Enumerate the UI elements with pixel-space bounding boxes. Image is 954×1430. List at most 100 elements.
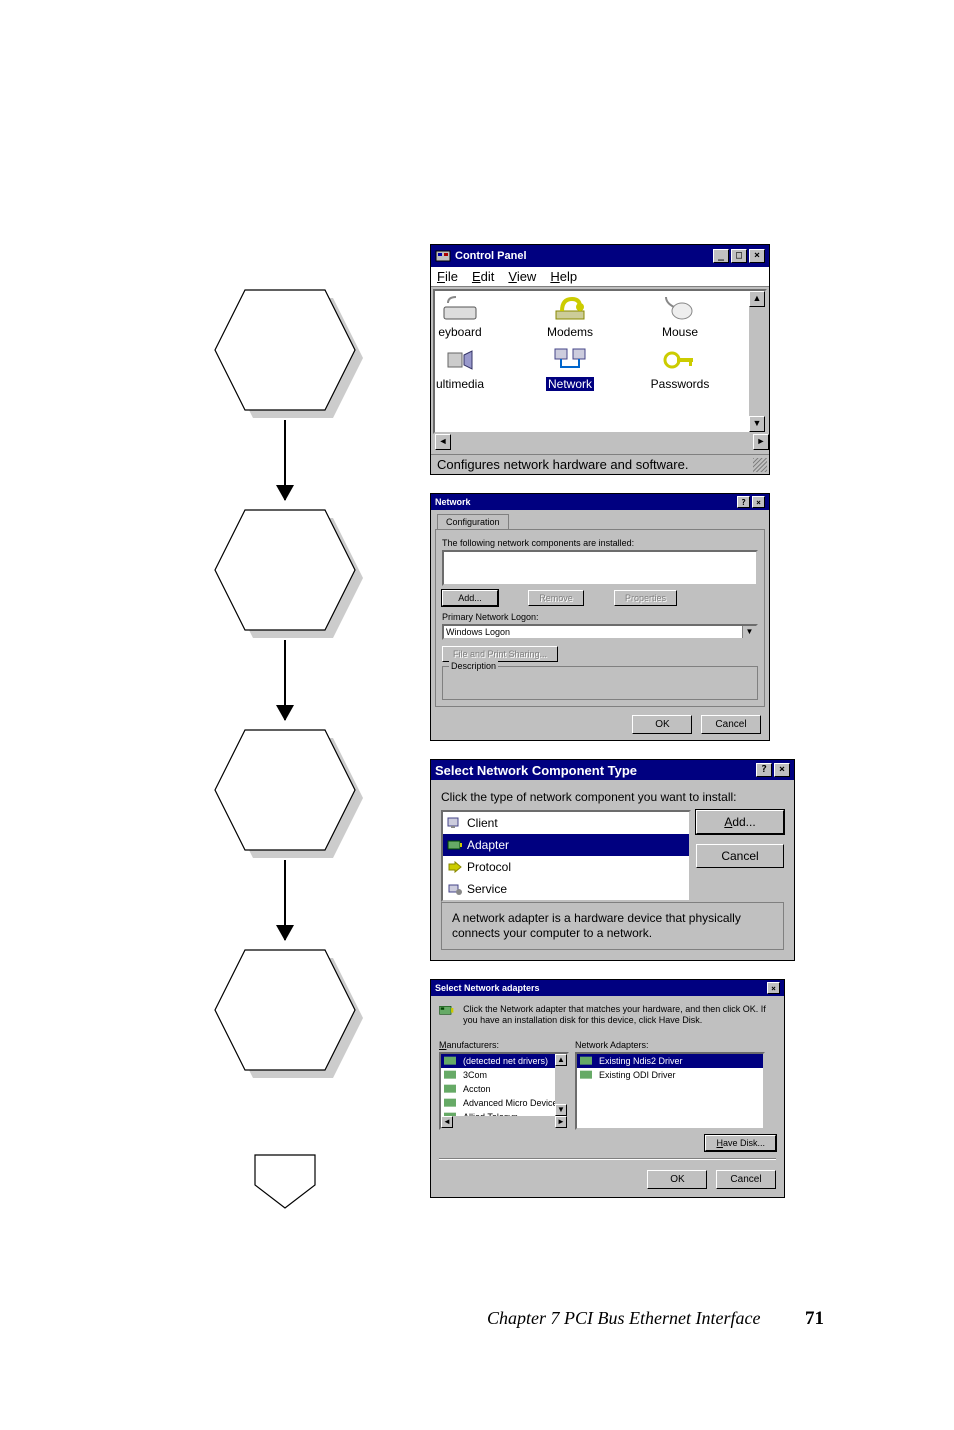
cp-label: Modems [547,325,593,339]
control-panel-icon [435,248,451,264]
titlebar[interactable]: Control Panel _ □ × [431,245,769,267]
cp-label: Passwords [651,377,710,391]
scroll-right-button[interactable]: ► [555,1116,567,1128]
description-text: A network adapter is a hardware device t… [441,902,784,950]
titlebar[interactable]: Network ? × [431,494,769,510]
list-item-adapter[interactable]: Adapter [443,834,689,856]
cancel-button[interactable]: Cancel [716,1170,776,1189]
list-item-label: Adapter [467,838,509,852]
cp-item-multimedia[interactable]: ultimedia [433,345,515,391]
scroll-track[interactable] [749,307,765,416]
list-item[interactable]: 3Com [441,1068,567,1082]
close-button[interactable]: × [749,249,765,263]
ok-button[interactable]: OK [632,715,692,734]
component-type-list[interactable]: Client Adapter Protocol Service [441,810,691,902]
intro-text: Click the Network adapter that matches y… [463,1004,776,1026]
adapter-icon [444,1082,460,1096]
help-button[interactable]: ? [756,763,772,777]
list-item[interactable]: Advanced Micro Device [441,1096,567,1110]
list-item-label: Protocol [467,860,511,874]
flow-arrow [284,420,286,500]
close-button[interactable]: × [752,496,765,508]
titlebar[interactable]: Select Network Component Type ? × [431,760,794,780]
horizontal-scrollbar[interactable]: ◄► [441,1116,567,1128]
list-item[interactable]: (detected net drivers) [441,1054,567,1068]
add-button[interactable]: Add... [442,590,498,606]
list-item[interactable]: Existing Ndis2 Driver [577,1054,763,1068]
flow-arrow [284,640,286,720]
have-disk-button[interactable]: Have Disk... [705,1135,776,1151]
flow-hex-1 [185,280,385,420]
keyboard-icon [442,293,478,323]
file-print-sharing-button[interactable]: File and Print Sharing... [442,646,558,662]
help-button[interactable]: ? [737,496,750,508]
manufacturers-label: Manufacturers: [439,1040,569,1050]
list-item-label: Service [467,882,507,896]
cp-label: Network [546,377,594,391]
cancel-button[interactable]: Cancel [696,844,784,868]
components-list[interactable] [442,550,758,586]
list-item[interactable]: Accton [441,1082,567,1096]
vertical-scrollbar[interactable]: ▲ ▼ [749,291,765,432]
add-button[interactable]: Add... [696,810,784,834]
close-button[interactable]: × [767,982,780,994]
chapter-title: Chapter 7 PCI Bus Ethernet Interface [487,1308,760,1328]
combo-value: Windows Logon [446,627,510,637]
menu-edit[interactable]: Edit [472,269,494,284]
window-title: Select Network adapters [435,983,767,993]
properties-button[interactable]: Properties [614,590,677,606]
cp-item-network[interactable]: Network [515,345,625,391]
prompt-text: Click the type of network component you … [441,790,784,804]
scroll-right-button[interactable]: ► [753,434,769,450]
scroll-down-button[interactable]: ▼ [555,1104,567,1116]
menu-help[interactable]: Help [550,269,577,284]
minimize-button[interactable]: _ [713,249,729,263]
menubar[interactable]: File Edit View Help [431,267,769,287]
cp-item-modems[interactable]: Modems [515,293,625,339]
close-button[interactable]: × [774,763,790,777]
primary-logon-label: Primary Network Logon: [442,612,758,622]
description-label: Description [449,661,498,671]
adapter-icon [580,1068,596,1082]
page-number: 71 [805,1308,824,1330]
maximize-button[interactable]: □ [731,249,747,263]
control-panel-body: eyboard Modems Mouse ultimedia [433,289,767,434]
cancel-button[interactable]: Cancel [701,715,761,734]
tab-page: The following network components are ins… [435,529,765,707]
scroll-up-button[interactable]: ▲ [555,1054,567,1066]
menu-file[interactable]: File [437,269,458,284]
manufacturers-list[interactable]: (detected net drivers) 3Com Accton Advan… [439,1052,569,1130]
service-icon [447,882,463,896]
resize-grip[interactable] [753,458,767,472]
vertical-scrollbar[interactable]: ▲▼ [555,1054,567,1116]
scroll-track[interactable] [451,434,753,450]
scroll-down-button[interactable]: ▼ [749,416,765,432]
ok-button[interactable]: OK [647,1170,707,1189]
tab-configuration[interactable]: Configuration [437,514,509,529]
titlebar[interactable]: Select Network adapters × [431,980,784,996]
cp-item-keyboard[interactable]: eyboard [433,293,515,339]
network-icon [552,345,588,375]
cp-label: Mouse [662,325,698,339]
adapter-icon [444,1068,460,1082]
adapters-list[interactable]: Existing Ndis2 Driver Existing ODI Drive… [575,1052,765,1130]
cp-item-mouse[interactable]: Mouse [625,293,735,339]
window-title: Network [435,497,737,507]
adapter-large-icon [439,1004,455,1028]
list-item-protocol[interactable]: Protocol [443,856,689,878]
list-item-client[interactable]: Client [443,812,689,834]
select-adapter-dialog: Select Network adapters × Click the Netw… [430,979,785,1198]
list-item[interactable]: Existing ODI Driver [577,1068,763,1082]
remove-button[interactable]: Remove [528,590,584,606]
list-item-service[interactable]: Service [443,878,689,900]
client-icon [447,816,463,830]
menu-view[interactable]: View [508,269,536,284]
cp-item-passwords[interactable]: Passwords [625,345,735,391]
scroll-up-button[interactable]: ▲ [749,291,765,307]
scroll-left-button[interactable]: ◄ [441,1116,453,1128]
horizontal-scrollbar[interactable]: ◄ ► [435,434,769,450]
adapters-label: Network Adapters: [575,1040,776,1050]
dropdown-icon[interactable]: ▼ [742,626,756,638]
primary-logon-combo[interactable]: Windows Logon ▼ [442,624,758,640]
scroll-left-button[interactable]: ◄ [435,434,451,450]
